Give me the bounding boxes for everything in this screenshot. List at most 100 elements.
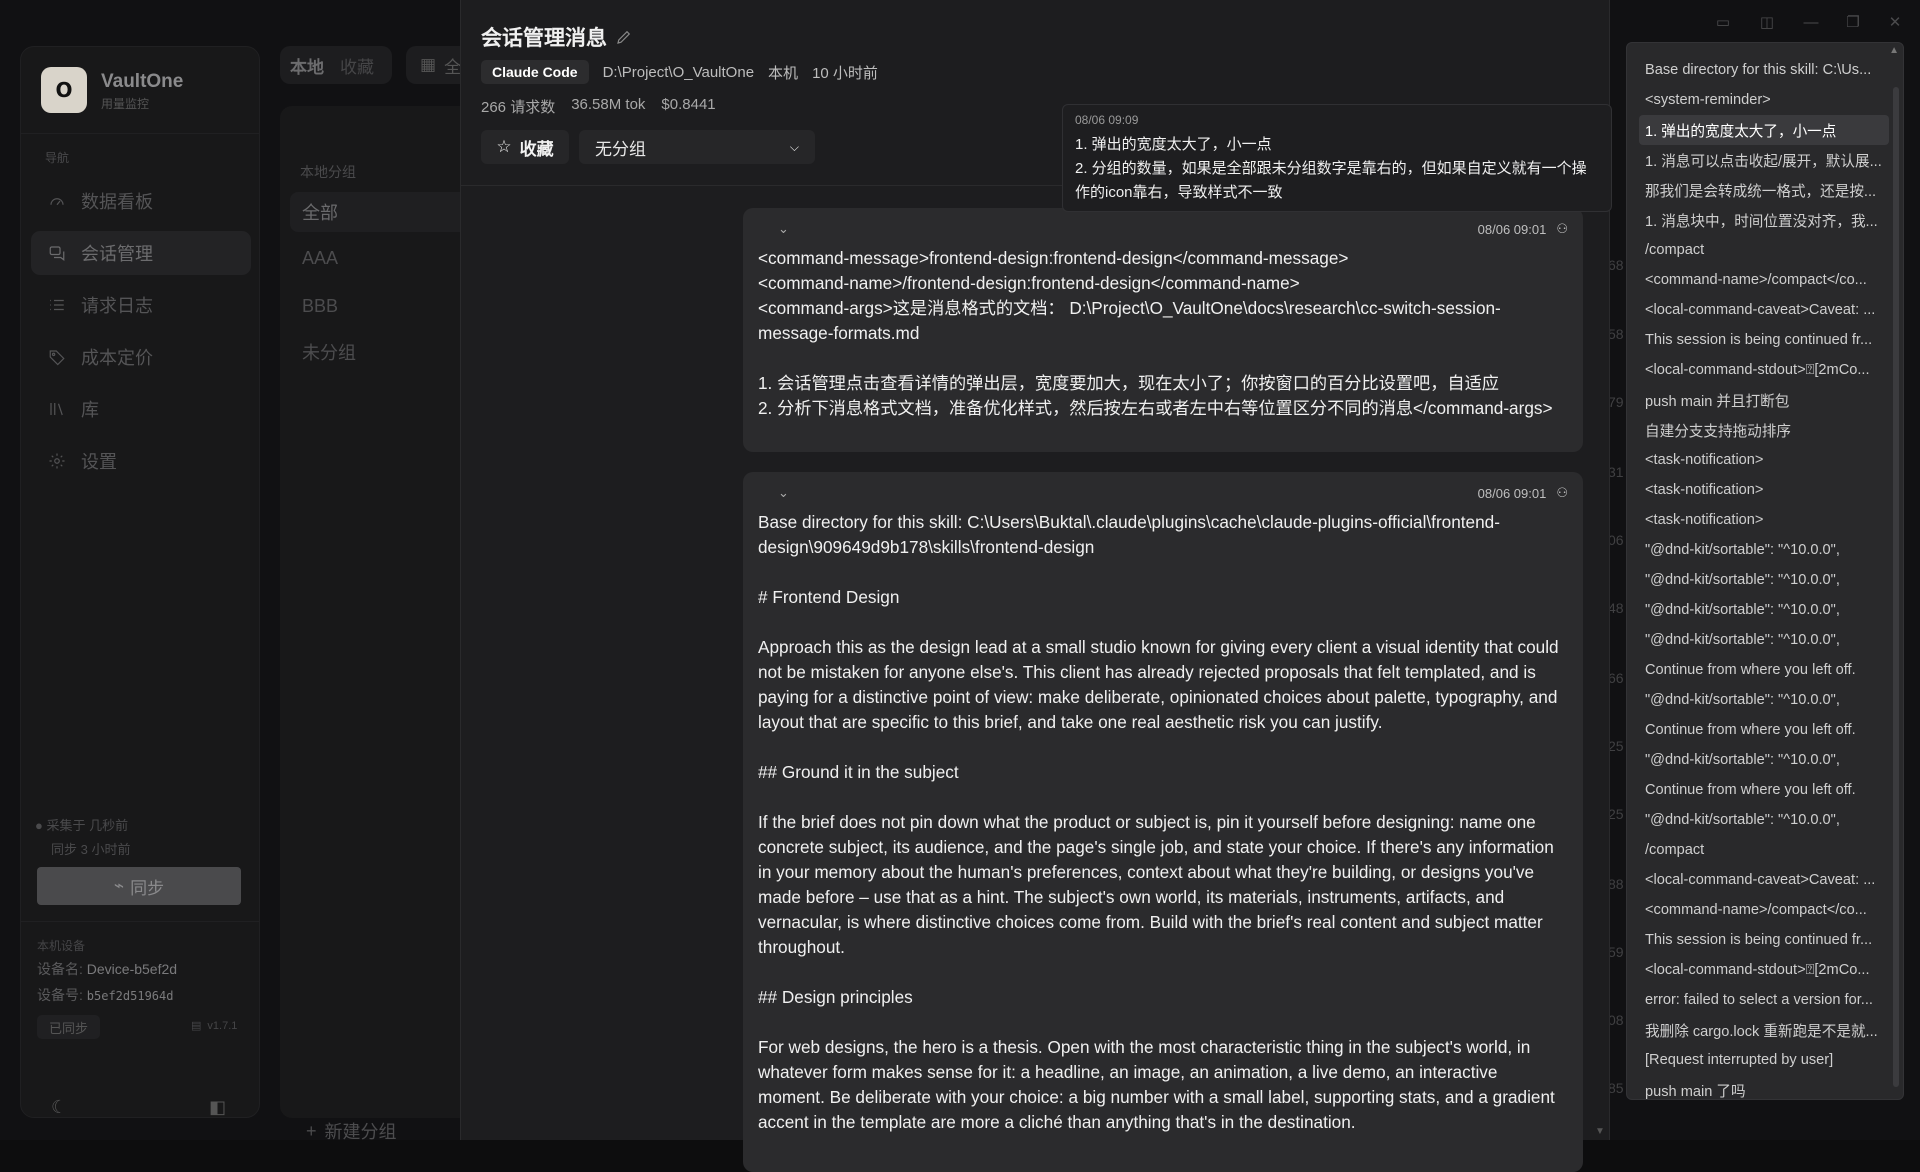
tooltip-time: 08/06 09:09 bbox=[1075, 113, 1139, 127]
gutter-number: 68 bbox=[1608, 257, 1624, 273]
theme-toggle-icon[interactable]: ☾ bbox=[51, 1097, 67, 1118]
tooltip-text: 1. 弹出的宽度太大了，小一点 2. 分组的数量，如果是全部跟未分组数字是靠右的… bbox=[1075, 136, 1587, 201]
outline-item[interactable]: <local-command-caveat>Caveat: ... bbox=[1639, 865, 1889, 895]
outline-item[interactable]: <task-notification> bbox=[1639, 505, 1889, 535]
gutter-number: 25 bbox=[1608, 806, 1624, 822]
divider bbox=[21, 921, 259, 922]
session-stats: 266 请求数 36.58M tok $0.8441 bbox=[481, 96, 716, 117]
gutter-number: 25 bbox=[1608, 738, 1624, 754]
outline-item[interactable]: <system-reminder> bbox=[1639, 85, 1889, 115]
toggle-local[interactable]: 本地 bbox=[290, 53, 324, 78]
time-ago: 10 小时前 bbox=[812, 64, 878, 82]
device-id-row: 设备号: b5ef2d51964d bbox=[37, 985, 173, 1005]
pip-icon[interactable]: ▭ bbox=[1708, 12, 1738, 32]
outline-item[interactable]: "@dnd-kit/sortable": "^10.0.0", bbox=[1639, 625, 1889, 655]
collapse-sidebar-icon[interactable]: ◧ bbox=[209, 1097, 226, 1118]
outline-item[interactable]: Continue from where you left off. bbox=[1639, 715, 1889, 745]
new-group-label: 新建分组 bbox=[324, 1122, 397, 1142]
synced-ago: 同步 3 小时前 bbox=[51, 842, 131, 857]
outline-item[interactable]: [Request interrupted by user] bbox=[1639, 1045, 1889, 1075]
gutter-number: 58 bbox=[1608, 326, 1624, 342]
maximize-icon[interactable]: ❐ bbox=[1838, 12, 1868, 32]
group-item-all[interactable]: 全部 bbox=[290, 192, 470, 232]
outline-item[interactable]: 自建分支支持拖动排序 bbox=[1639, 415, 1889, 445]
edit-pencil-icon[interactable] bbox=[615, 28, 633, 46]
outline-item[interactable]: "@dnd-kit/sortable": "^10.0.0", bbox=[1639, 805, 1889, 835]
group-panel: 本地 收藏 ▦ 全 本地分组 全部 AAA BBB 未分组 + 新建分组 bbox=[280, 46, 470, 1142]
location-label: 本机 bbox=[768, 64, 799, 82]
cost-value: $0.8441 bbox=[661, 96, 716, 113]
outline-item[interactable]: This session is being continued fr... bbox=[1639, 925, 1889, 955]
version-label: v1.7.1 bbox=[207, 1019, 238, 1032]
outline-item[interactable]: error: failed to select a version for... bbox=[1639, 985, 1889, 1015]
outline-item[interactable]: Base directory for this skill: C:\Us... bbox=[1639, 55, 1889, 85]
logo: O bbox=[41, 67, 87, 113]
outline-item[interactable]: <command-name>/compact</co... bbox=[1639, 895, 1889, 925]
message-meta: 08/06 09:01 ⚇ bbox=[1478, 221, 1568, 237]
nav-item-library[interactable]: 库 bbox=[31, 387, 251, 431]
outline-item[interactable]: "@dnd-kit/sortable": "^10.0.0", bbox=[1639, 535, 1889, 565]
brand-subtitle: 用量监控 bbox=[101, 97, 150, 111]
outline-item[interactable]: push main 了吗 bbox=[1639, 1075, 1889, 1100]
scroll-up-arrow[interactable]: ▲ bbox=[1889, 45, 1899, 56]
message-card: ⌄ 08/06 09:01 ⚇ <command-message>fronten… bbox=[743, 208, 1583, 452]
outline-item[interactable]: <local-command-stdout>⍰[2mCo... bbox=[1639, 355, 1889, 385]
outline-item[interactable]: This session is being continued fr... bbox=[1639, 325, 1889, 355]
device-name-row: 设备名: Device-b5ef2d bbox=[37, 959, 177, 979]
outline-item[interactable]: 1. 消息可以点击收起/展开，默认展... bbox=[1639, 145, 1889, 175]
minimize-icon[interactable]: — bbox=[1796, 12, 1826, 32]
calendar-filter-button[interactable]: ▦ 全 bbox=[406, 46, 466, 84]
gear-icon bbox=[47, 451, 67, 471]
outline-item[interactable]: /compact bbox=[1639, 235, 1889, 265]
outline-item[interactable]: "@dnd-kit/sortable": "^10.0.0", bbox=[1639, 595, 1889, 625]
list-icon bbox=[47, 295, 67, 315]
nav-item-sessions[interactable]: 会话管理 bbox=[31, 231, 251, 275]
group-item-ungrouped[interactable]: 未分组 bbox=[290, 332, 470, 372]
nav-item-settings[interactable]: 设置 bbox=[31, 439, 251, 483]
outline-item[interactable]: <command-name>/compact</co... bbox=[1639, 265, 1889, 295]
new-group-button[interactable]: + 新建分组 bbox=[306, 1118, 397, 1144]
collapse-chevron-icon[interactable]: ⌄ bbox=[778, 221, 794, 237]
device-id: b5ef2d51964d bbox=[86, 989, 174, 1003]
source-toggle: 本地 收藏 bbox=[280, 46, 392, 84]
close-icon[interactable]: ✕ bbox=[1880, 12, 1910, 32]
outline-item[interactable]: <task-notification> bbox=[1639, 475, 1889, 505]
message-time: 08/06 09:01 bbox=[1477, 221, 1547, 237]
outline-item[interactable]: <local-command-caveat>Caveat: ... bbox=[1639, 295, 1889, 325]
nav-item-label: 会话管理 bbox=[81, 244, 153, 264]
modal-title-text: 会话管理消息 bbox=[481, 27, 607, 50]
outline-item[interactable]: "@dnd-kit/sortable": "^10.0.0", bbox=[1639, 745, 1889, 775]
scroll-down-arrow[interactable]: ▼ bbox=[1595, 1126, 1605, 1137]
outline-item[interactable]: "@dnd-kit/sortable": "^10.0.0", bbox=[1639, 685, 1889, 715]
group-item-bbb[interactable]: BBB bbox=[290, 286, 470, 326]
request-count: 266 请求数 bbox=[481, 99, 556, 116]
nav-item-request-log[interactable]: 请求日志 bbox=[31, 283, 251, 327]
outline-scrollbar[interactable] bbox=[1893, 87, 1899, 1087]
outline-item[interactable]: /compact bbox=[1639, 835, 1889, 865]
synced-badge: 已同步 bbox=[37, 1015, 101, 1039]
gauge-icon bbox=[47, 191, 67, 211]
outline-item[interactable]: Continue from where you left off. bbox=[1639, 655, 1889, 685]
favorite-button[interactable]: ☆ 收藏 bbox=[481, 130, 569, 164]
nav-item-pricing[interactable]: 成本定价 bbox=[31, 335, 251, 379]
group-item-aaa[interactable]: AAA bbox=[290, 238, 470, 278]
outline-item[interactable]: <task-notification> bbox=[1639, 445, 1889, 475]
outline-item[interactable]: <local-command-stdout>⍰[2mCo... bbox=[1639, 955, 1889, 985]
outline-item[interactable]: "@dnd-kit/sortable": "^10.0.0", bbox=[1639, 565, 1889, 595]
outline-item[interactable]: Continue from where you left off. bbox=[1639, 775, 1889, 805]
group-select[interactable]: 无分组 ⌵ bbox=[579, 130, 815, 164]
outline-item[interactable]: 我删除 cargo.lock 重新跑是不是就... bbox=[1639, 1015, 1889, 1045]
chat-icon bbox=[47, 243, 67, 263]
nav-item-label: 数据看板 bbox=[81, 192, 153, 212]
device-name: Device-b5ef2d bbox=[86, 961, 178, 977]
session-meta: Claude Code D:\Project\O_VaultOne 本机 10 … bbox=[481, 60, 878, 84]
outline-item[interactable]: push main 并且打断包 bbox=[1639, 385, 1889, 415]
split-view-icon[interactable]: ◫ bbox=[1752, 12, 1782, 32]
nav-item-dashboard[interactable]: 数据看板 bbox=[31, 179, 251, 223]
outline-item[interactable]: 那我们是会转成统一格式，还是按... bbox=[1639, 175, 1889, 205]
toggle-favorites[interactable]: 收藏 bbox=[340, 53, 374, 78]
collapse-chevron-icon[interactable]: ⌄ bbox=[778, 485, 794, 501]
outline-item[interactable]: 1. 消息块中，时间位置没对齐，我... bbox=[1639, 205, 1889, 235]
sync-button[interactable]: ⌁ 同步 bbox=[37, 867, 241, 905]
outline-item[interactable]: 1. 弹出的宽度太大了，小一点 bbox=[1639, 115, 1889, 145]
